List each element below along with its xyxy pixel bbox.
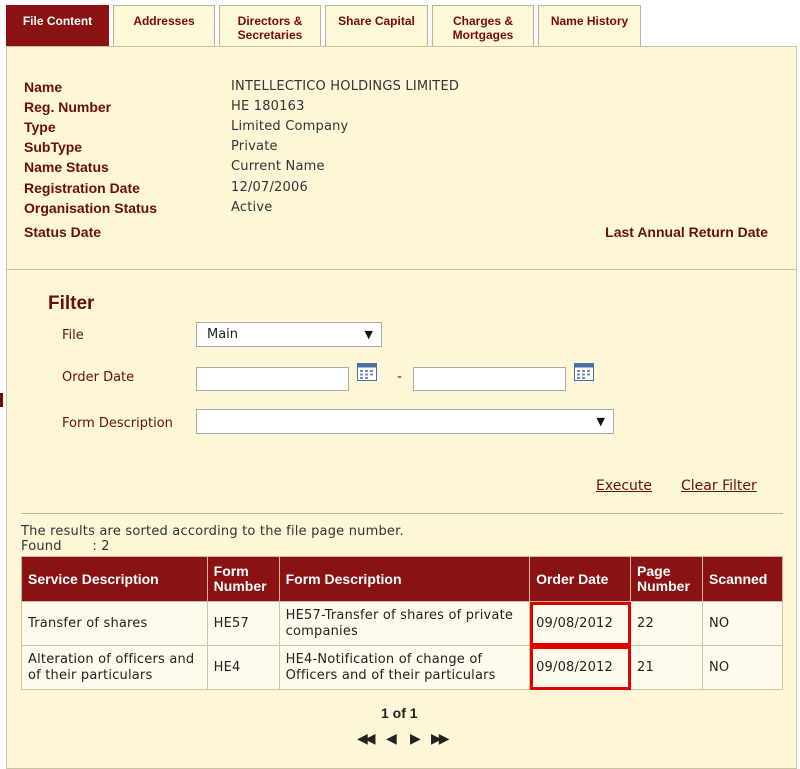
last-page-icon[interactable]: ▶▶	[431, 731, 449, 747]
sorted-note: The results are sorted according to the …	[21, 524, 404, 539]
filter-title: Filter	[48, 293, 95, 314]
cell-service: Transfer of shares	[21, 601, 208, 646]
prev-page-icon[interactable]: ◀	[386, 731, 397, 747]
reg-number: HE 180163	[231, 99, 305, 114]
dropdown-arrow-icon: ▼	[364, 328, 373, 341]
file-select-value: Main	[207, 327, 239, 342]
name-status-label: Name Status	[24, 159, 109, 175]
order-date-label: Order Date	[62, 370, 135, 385]
organisation-status: Active	[231, 200, 273, 215]
table-row[interactable]: Alteration of officers and of their part…	[21, 645, 784, 690]
cell-form-number: HE4	[206, 645, 280, 690]
status-date-label: Status Date	[24, 224, 102, 240]
registration-date: 12/07/2006	[231, 180, 308, 195]
filter-divider	[21, 513, 783, 514]
col-form-description[interactable]: Form Description	[278, 556, 531, 602]
company-type: Limited Company	[231, 119, 349, 134]
page-indicator: 1 of 1	[381, 705, 418, 721]
order-date-from-input[interactable]	[196, 367, 349, 391]
cell-form-description: HE4-Notification of change of Officers a…	[278, 645, 531, 690]
form-description-select[interactable]: ▼	[196, 409, 614, 434]
execute-link[interactable]: Execute	[596, 478, 652, 494]
company-name: INTELLECTICO HOLDINGS LIMITED	[231, 79, 460, 94]
company-subtype: Private	[231, 139, 278, 154]
cell-order-date: 09/08/2012	[529, 601, 632, 646]
reg-number-label: Reg. Number	[24, 99, 112, 115]
subtype-label: SubType	[24, 139, 83, 155]
calendar-icon[interactable]	[357, 363, 377, 381]
table-row[interactable]: Transfer of shares HE57 HE57-Transfer of…	[21, 601, 784, 646]
clear-filter-link[interactable]: Clear Filter	[681, 478, 757, 494]
tab-file-content[interactable]: File Content	[6, 5, 109, 46]
name-status: Current Name	[231, 159, 325, 174]
type-label: Type	[24, 119, 56, 135]
cell-form-description: HE57-Transfer of shares of private compa…	[278, 601, 531, 646]
cell-form-number: HE57	[206, 601, 280, 646]
cell-scanned: NO	[701, 601, 784, 646]
col-scanned[interactable]: Scanned	[701, 556, 784, 602]
edge-mark	[0, 393, 3, 407]
form-description-label: Form Description	[62, 416, 173, 431]
calendar-icon[interactable]	[574, 363, 594, 381]
cell-scanned: NO	[701, 645, 784, 690]
tab-addresses[interactable]: Addresses	[113, 5, 215, 46]
tab-directors-secretaries[interactable]: Directors & Secretaries	[219, 5, 321, 46]
last-annual-return-label: Last Annual Return Date	[605, 224, 768, 240]
found-count: Found : 2	[21, 539, 110, 554]
name-label: Name	[24, 79, 63, 95]
tab-name-history[interactable]: Name History	[538, 5, 641, 46]
first-page-icon[interactable]: ◀◀	[357, 731, 375, 747]
organisation-status-label: Organisation Status	[24, 200, 158, 216]
tab-charges-mortgages[interactable]: Charges & Mortgages	[432, 5, 534, 46]
col-form-number[interactable]: Form Number	[206, 556, 280, 602]
found-value: : 2	[92, 539, 110, 554]
found-label: Found	[21, 539, 62, 554]
dropdown-arrow-icon: ▼	[596, 415, 605, 428]
results-table: Service Description Form Number Form Des…	[21, 556, 784, 690]
table-header-row: Service Description Form Number Form Des…	[21, 556, 784, 602]
col-service-description[interactable]: Service Description	[21, 556, 208, 602]
cell-service: Alteration of officers and of their part…	[21, 645, 208, 690]
order-date-to-input[interactable]	[413, 367, 566, 391]
col-order-date[interactable]: Order Date	[529, 556, 632, 602]
tab-share-capital[interactable]: Share Capital	[325, 5, 428, 46]
file-select[interactable]: Main ▼	[196, 322, 382, 347]
cell-page-number: 21	[630, 645, 703, 690]
content-panel: Name INTELLECTICO HOLDINGS LIMITED Reg. …	[6, 46, 797, 769]
cell-page-number: 22	[630, 601, 703, 646]
registration-date-label: Registration Date	[24, 180, 140, 196]
next-page-icon[interactable]: ▶	[410, 731, 421, 747]
file-label: File	[62, 328, 84, 343]
date-range-separator: -	[397, 369, 403, 385]
col-page-number[interactable]: Page Number	[630, 556, 703, 602]
section-divider	[7, 269, 796, 270]
cell-order-date: 09/08/2012	[529, 645, 632, 690]
